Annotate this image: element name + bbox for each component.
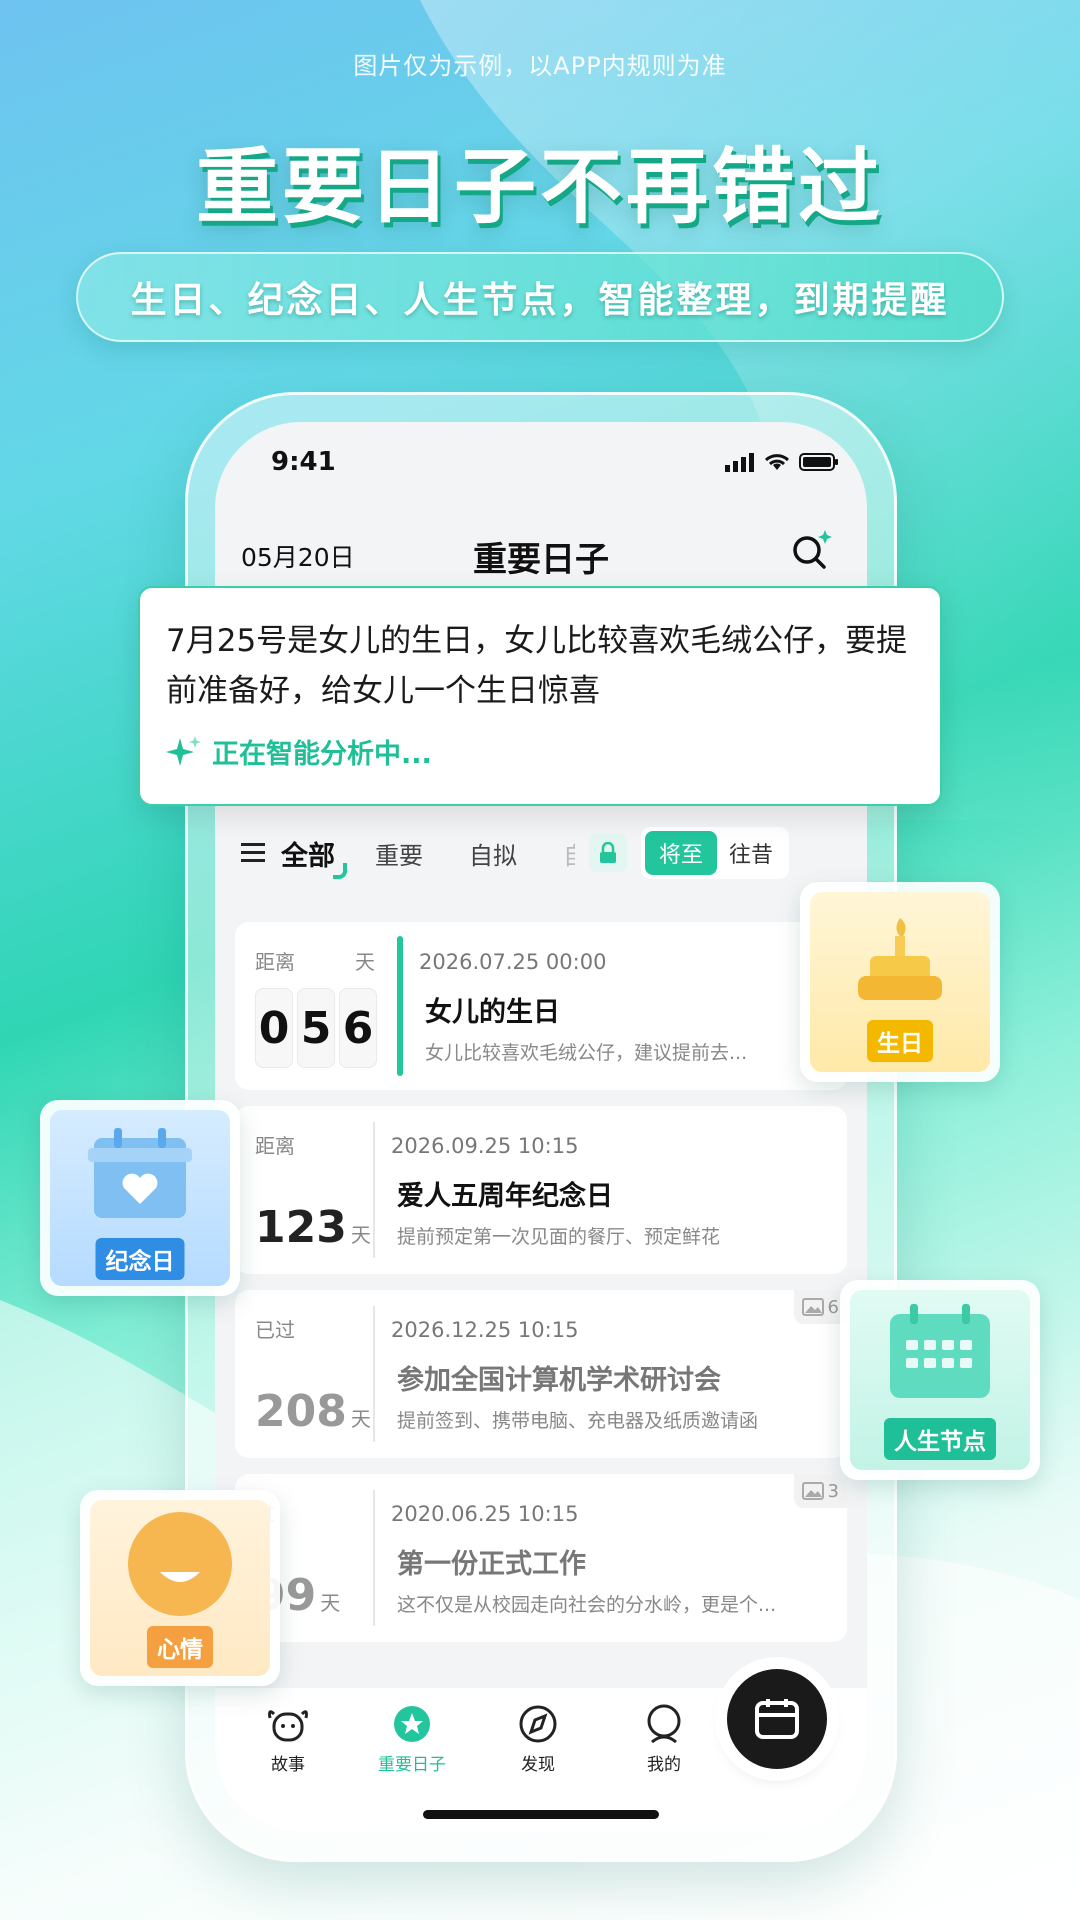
image-count: 3: [827, 1480, 839, 1502]
event-datetime: 2026.07.25 00:00: [419, 950, 607, 974]
tab-important-days[interactable]: 重要日子: [367, 1704, 457, 1775]
highlight-bar: [397, 936, 403, 1076]
segment-past[interactable]: 往昔: [717, 831, 785, 875]
image-icon: [801, 1298, 824, 1316]
page-title: 重要日子: [473, 540, 609, 580]
user-icon: [647, 1704, 681, 1744]
tab-mine[interactable]: 我的: [619, 1704, 709, 1775]
divider: [373, 1490, 375, 1626]
event-card[interactable]: 距离 123 天 2026.09.25 10:15 爱人五周年纪念日 提前预定第一…: [235, 1106, 847, 1274]
disclaimer-text: 图片仅为示例，以APP内规则为准: [353, 52, 727, 80]
event-card[interactable]: 3 过 99天 2020.06.25 10:15 第一份正式工作 这不仅是从校园…: [235, 1474, 847, 1642]
tab-label: 我的: [647, 1755, 681, 1775]
event-datetime: 2020.06.25 10:15: [391, 1502, 579, 1526]
event-desc: 提前预定第一次见面的餐厅、预定鲜花: [397, 1226, 721, 1248]
event-days: 123 天: [255, 1202, 371, 1253]
lock-icon: [600, 842, 616, 863]
event-days: 208 天: [255, 1386, 371, 1437]
countdown-digits: 0 5 6: [255, 988, 377, 1068]
divider: [373, 1122, 375, 1258]
add-date-button[interactable]: [727, 1669, 827, 1769]
event-label: 已过: [255, 1318, 295, 1342]
mood-tag-card: 心情: [80, 1490, 280, 1686]
tab-important[interactable]: 重要: [375, 836, 423, 871]
event-days-unit: 天: [350, 1223, 371, 1247]
wifi-icon: [764, 454, 790, 470]
tab-discover[interactable]: 发现: [493, 1704, 583, 1775]
event-desc: 这不仅是从校园走向社会的分水岭，更是个...: [397, 1594, 777, 1616]
status-bar: 9:41: [215, 422, 867, 502]
milestone-tag-label: 人生节点: [884, 1418, 996, 1460]
smile-face-icon: [128, 1512, 232, 1616]
tab-label: 故事: [271, 1755, 305, 1775]
ai-input-card[interactable]: 7月25号是女儿的生日，女儿比较喜欢毛绒公仔，要提前准备好，给女儿一个生日惊喜 …: [138, 586, 942, 806]
star-badge-icon: [394, 1706, 430, 1742]
event-desc: 女儿比较喜欢毛绒公仔，建议提前去...: [425, 1042, 748, 1064]
event-title: 女儿的生日: [425, 997, 560, 1028]
battery-icon: [799, 453, 838, 471]
image-icon: [801, 1482, 824, 1500]
tab-all[interactable]: 全部: [281, 834, 347, 879]
ai-input-text: 7月25号是女儿的生日，女儿比较喜欢毛绒公仔，要提前准备好，给女儿一个生日惊喜: [166, 623, 908, 709]
divider: [373, 1306, 375, 1442]
event-label: 距离: [255, 1134, 295, 1158]
event-card[interactable]: 距离 天 0 5 6 2026.07.25 00:00 女儿的生日 女儿比较喜欢…: [235, 922, 847, 1090]
event-days-number: 123: [255, 1202, 347, 1253]
hero-subtitle-pill: 生日、纪念日、人生节点，智能整理，到期提醒: [76, 252, 1004, 342]
event-datetime: 2026.09.25 10:15: [391, 1134, 579, 1158]
image-count-badge: 3: [793, 1474, 847, 1508]
image-count-badge: 6: [793, 1290, 847, 1324]
ai-status-text: 正在智能分析中...: [212, 739, 432, 770]
cow-face-icon: [268, 1710, 308, 1742]
compass-icon: [519, 1705, 557, 1743]
menu-icon[interactable]: [241, 842, 267, 864]
birthday-tag-label: 生日: [867, 1020, 933, 1062]
hero-subtitle: 生日、纪念日、人生节点，智能整理，到期提醒: [130, 280, 950, 321]
hero-title: 重要日子不再错过: [195, 140, 884, 235]
nav-bar: 05月20日 重要日子: [215, 522, 867, 592]
calendar-icon: [755, 1699, 799, 1739]
cake-icon: [858, 918, 942, 1000]
event-label: 距离: [255, 950, 295, 974]
home-indicator: [423, 1810, 659, 1819]
event-title: 爱人五周年纪念日: [397, 1181, 613, 1212]
tab-label: 发现: [521, 1755, 555, 1775]
lock-button[interactable]: [589, 834, 627, 872]
heart-calendar-icon: [88, 1128, 192, 1218]
event-days-unit: 天: [320, 1591, 341, 1615]
anniversary-tag-label: 纪念日: [95, 1238, 185, 1280]
mood-tag-label: 心情: [147, 1626, 213, 1668]
event-card[interactable]: 6 已过 208 天 2026.12.25 10:15 参加全国计算机学术研讨会 …: [235, 1290, 847, 1458]
ai-status: 正在智能分析中...: [166, 732, 914, 771]
event-datetime: 2026.12.25 10:15: [391, 1318, 579, 1342]
image-count: 6: [827, 1296, 839, 1318]
birthday-tag-card: 生日: [800, 882, 1000, 1082]
smart-search-icon[interactable]: [789, 528, 833, 572]
segment-upcoming[interactable]: 将至: [645, 831, 718, 875]
countdown-digit: 5: [297, 988, 335, 1068]
filter-bar: 全部 重要 自拟 自 将至 往昔: [215, 808, 867, 898]
countdown-digit: 6: [339, 988, 377, 1068]
event-unit: 天: [355, 950, 375, 974]
tab-story[interactable]: 故事: [243, 1704, 333, 1775]
sparkle-icon: [166, 735, 201, 766]
status-icons: [725, 452, 839, 472]
countdown-digit: 0: [255, 988, 293, 1068]
tab-more[interactable]: 自: [563, 836, 575, 871]
event-title: 参加全国计算机学术研讨会: [397, 1365, 721, 1396]
tab-label: 重要日子: [378, 1755, 446, 1775]
calendar-grid-icon: [890, 1304, 990, 1398]
time-segment: 将至 往昔: [641, 827, 790, 879]
event-desc: 提前签到、携带电脑、充电器及纸质邀请函: [397, 1410, 759, 1432]
event-days-number: 208: [255, 1386, 347, 1437]
anniversary-tag-card: 纪念日: [40, 1100, 240, 1296]
tab-custom[interactable]: 自拟: [469, 836, 517, 871]
status-time: 9:41: [271, 447, 336, 477]
event-title: 第一份正式工作: [397, 1549, 586, 1580]
signal-icon: [725, 453, 754, 472]
event-days-unit: 天: [350, 1407, 371, 1431]
milestone-tag-card: 人生节点: [840, 1280, 1040, 1480]
